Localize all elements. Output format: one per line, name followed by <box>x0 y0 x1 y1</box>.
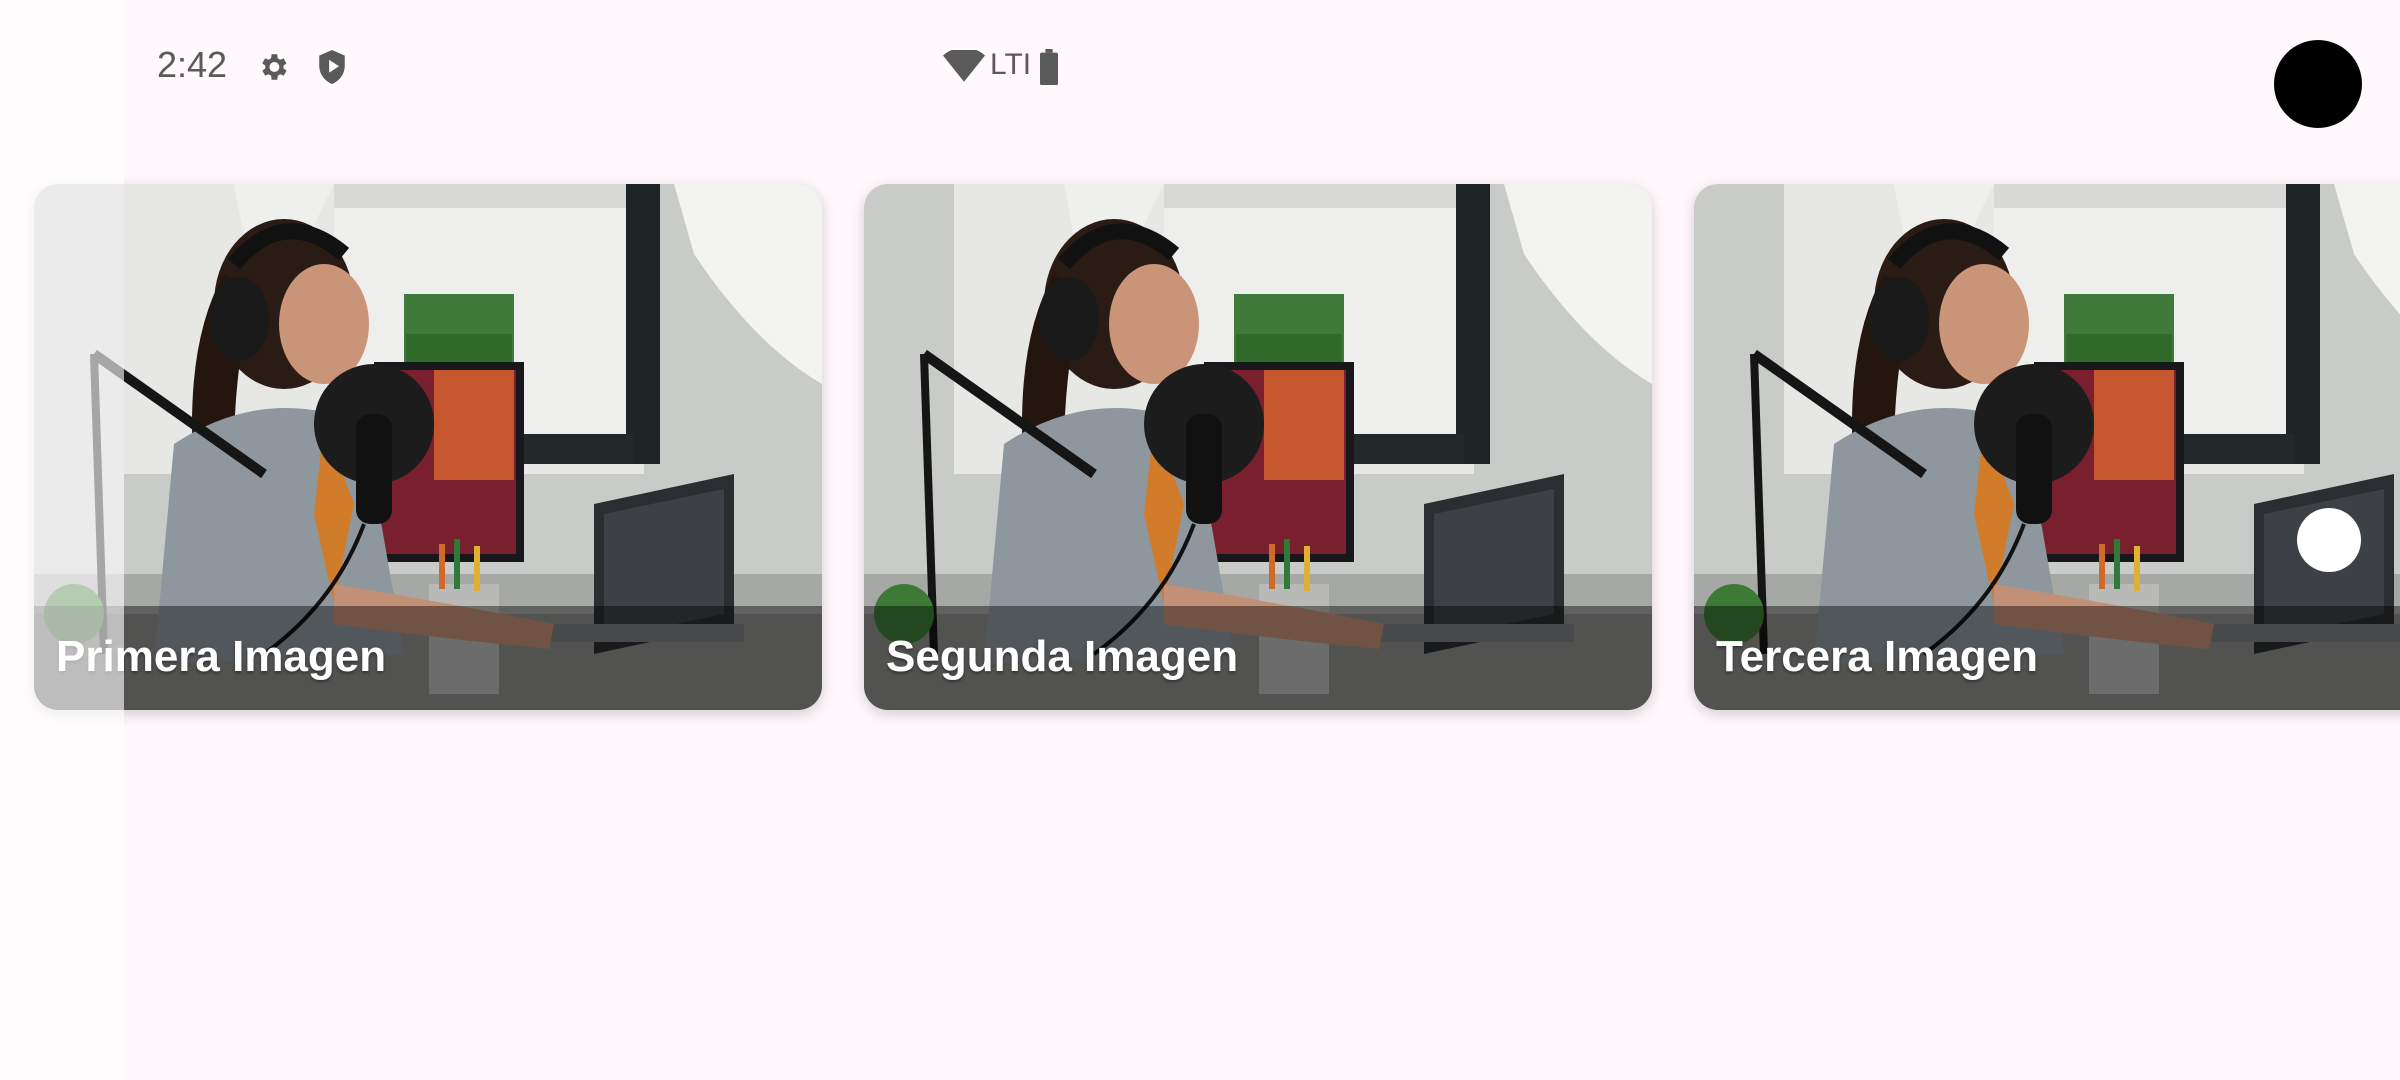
edge-overlay <box>0 0 124 1080</box>
camera-cutout <box>2274 40 2362 128</box>
image-carousel[interactable]: Primera Imagen Segunda Imagen Tercera Im… <box>0 184 2400 710</box>
touch-indicator <box>2297 508 2361 572</box>
shield-play-icon <box>315 48 349 91</box>
card-caption: Tercera Imagen <box>1716 632 2039 681</box>
battery-icon <box>1038 49 1060 90</box>
card-caption: Segunda Imagen <box>886 632 1239 681</box>
carousel-card[interactable]: Primera Imagen <box>34 184 822 710</box>
network-label: LTI <box>990 48 1032 81</box>
status-time: 2:42 <box>157 44 228 85</box>
carousel-card[interactable]: Tercera Imagen <box>1694 184 2400 710</box>
gear-icon <box>256 50 290 89</box>
carousel-card[interactable]: Segunda Imagen <box>864 184 1652 710</box>
wifi-icon <box>943 47 985 87</box>
status-bar: 2:42 LTI <box>0 0 2400 140</box>
